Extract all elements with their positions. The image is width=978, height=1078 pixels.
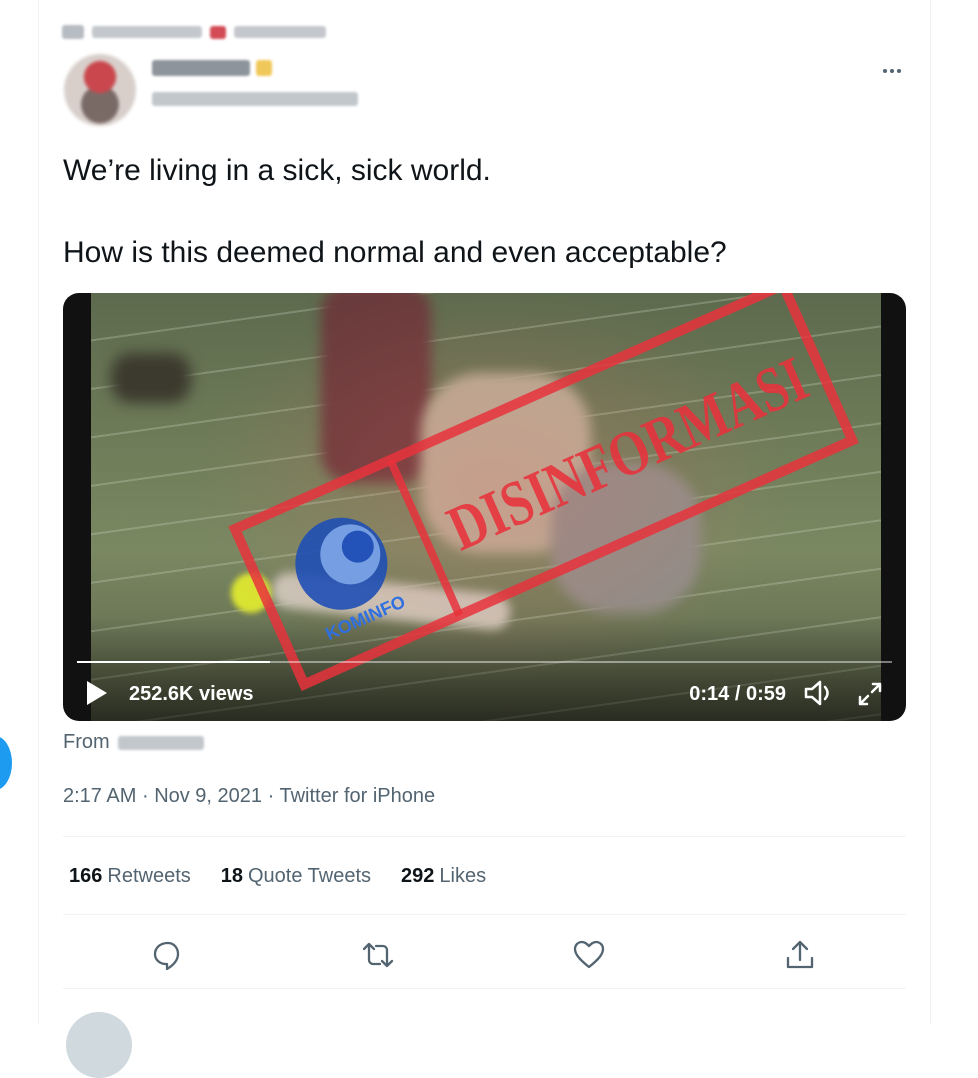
- tweet-meta: 2:17 AM · Nov 9, 2021 · Twitter for iPho…: [63, 785, 435, 808]
- video-scene-shape: [231, 573, 271, 613]
- video-scene-shape: [269, 570, 513, 632]
- likes-stat[interactable]: 292 Likes: [401, 865, 486, 888]
- tweet-text-line-2: How is this deemed normal and even accep…: [63, 236, 727, 269]
- likes-label: Likes: [439, 865, 487, 887]
- tweet-text: We’re living in a sick, sick world. How …: [63, 150, 903, 274]
- video-controls: 252.6K views 0:14 / 0:59: [63, 631, 906, 721]
- quote-tweets-label: Quote Tweets: [248, 865, 372, 887]
- video-timecode: 0:14 / 0:59: [689, 683, 786, 705]
- video-scene-shape: [321, 293, 431, 483]
- share-icon[interactable]: [783, 938, 817, 972]
- tweet-actions: [63, 930, 906, 978]
- quote-tweets-stat[interactable]: 18 Quote Tweets: [221, 865, 371, 888]
- video-progress-fill: [77, 661, 271, 663]
- video-progress-bar[interactable]: [77, 661, 892, 663]
- like-icon[interactable]: [572, 938, 606, 972]
- author-name-block[interactable]: [152, 58, 358, 111]
- author-avatar[interactable]: [64, 54, 136, 126]
- blurred-source-account[interactable]: [117, 735, 204, 750]
- social-context-line: [62, 22, 326, 42]
- tweet-date[interactable]: Nov 9, 2021: [154, 785, 262, 807]
- blurred-flag-icon: [210, 25, 226, 39]
- blurred-emoji: [256, 60, 272, 76]
- retweet-icon[interactable]: [361, 938, 395, 972]
- video-views: 252.6K views: [129, 683, 254, 705]
- retweets-stat[interactable]: 166 Retweets: [69, 865, 191, 888]
- timeline-left-border: [38, 0, 39, 1024]
- tweet-source[interactable]: Twitter for iPhone: [279, 785, 435, 807]
- blurred-display-name[interactable]: [152, 60, 250, 76]
- tweet-time[interactable]: 2:17 AM: [63, 785, 136, 807]
- divider: [63, 914, 906, 915]
- blurred-username[interactable]: [152, 92, 358, 106]
- tweet-stats: 166 Retweets 18 Quote Tweets 292 Likes: [69, 865, 486, 888]
- divider: [63, 988, 906, 989]
- tweet-text-line-1: We’re living in a sick, sick world.: [63, 154, 491, 187]
- retweet-icon-small: [62, 25, 84, 39]
- divider: [63, 836, 906, 837]
- quote-tweets-count: 18: [220, 865, 243, 887]
- blurred-retweeted-label: [234, 26, 326, 38]
- volume-icon[interactable]: [802, 678, 836, 708]
- from-label: From: [63, 731, 110, 753]
- meta-separator: ·: [141, 785, 149, 807]
- video-scene-shape: [111, 353, 191, 403]
- video-player[interactable]: DISINFORMASI KOMINFO 252.6K views 0:14 /…: [63, 293, 906, 721]
- retweets-label: Retweets: [107, 865, 191, 887]
- timeline-right-border: [930, 0, 931, 1024]
- compose-fab-edge[interactable]: [0, 736, 12, 790]
- more-icon[interactable]: [870, 56, 914, 86]
- reply-icon[interactable]: [151, 938, 185, 972]
- meta-separator: ·: [267, 785, 275, 807]
- likes-count: 292: [401, 865, 435, 887]
- retweets-count: 166: [69, 865, 103, 887]
- video-scene-shape: [551, 463, 701, 613]
- blurred-retweeter-name: [92, 26, 202, 38]
- fullscreen-icon[interactable]: [854, 678, 886, 710]
- play-icon[interactable]: [87, 681, 107, 705]
- reply-avatar[interactable]: [66, 1012, 132, 1078]
- from-attribution: From: [63, 731, 204, 754]
